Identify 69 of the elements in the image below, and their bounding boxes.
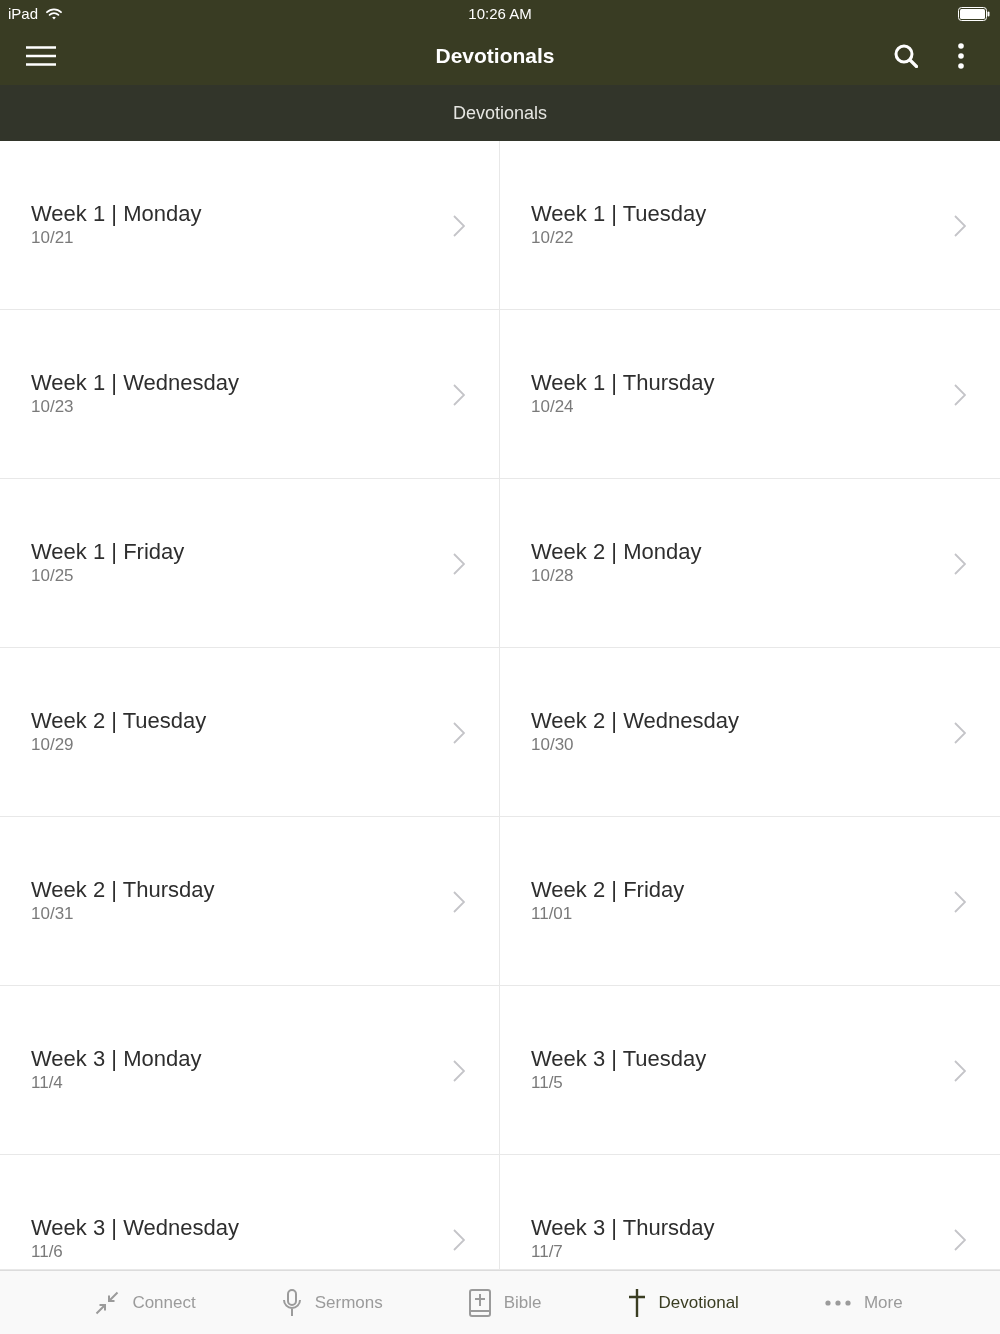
section-title: Devotionals [452, 102, 548, 124]
chevron-right-icon [954, 891, 966, 913]
chevron-right-icon [453, 553, 465, 575]
devotional-date: 11/6 [31, 1241, 63, 1263]
chevron-right-icon [954, 1229, 966, 1251]
devotional-date: 11/4 [31, 1072, 63, 1094]
devotional-title: Week 3 | Monday [31, 1046, 202, 1072]
devotional-title: Week 3 | Thursday [531, 1215, 715, 1241]
battery-icon [958, 6, 990, 21]
devotional-title: Week 1 | Monday [31, 201, 202, 227]
devotional-date: 10/29 [31, 734, 74, 756]
more-options-icon[interactable] [958, 43, 964, 69]
devotional-title: Week 1 | Wednesday [31, 370, 239, 396]
cross-icon [627, 1288, 646, 1317]
devotional-date: 11/7 [531, 1241, 563, 1263]
devotional-title: Week 2 | Thursday [31, 877, 215, 903]
devotional-cell[interactable]: Week 2 | Monday 10/28 [500, 479, 1000, 648]
devotional-title: Week 3 | Tuesday [531, 1046, 707, 1072]
chevron-right-icon [954, 1060, 966, 1082]
devotional-cell[interactable]: Week 2 | Friday 11/01 [500, 817, 1000, 986]
chevron-right-icon [954, 215, 966, 237]
devotional-title: Week 1 | Tuesday [531, 201, 707, 227]
devotional-title: Week 2 | Monday [531, 539, 702, 565]
devotional-cell[interactable]: Week 3 | Tuesday 11/5 [500, 986, 1000, 1155]
wifi-icon [46, 7, 63, 20]
devotional-date: 10/31 [31, 903, 74, 925]
devotional-cell[interactable]: Week 1 | Wednesday 10/23 [0, 310, 500, 479]
devotional-date: 10/25 [31, 565, 74, 587]
chevron-right-icon [954, 384, 966, 406]
devotional-date: 10/30 [531, 734, 574, 756]
chevron-right-icon [453, 1229, 465, 1251]
devotional-cell[interactable]: Week 1 | Friday 10/25 [0, 479, 500, 648]
chevron-right-icon [453, 384, 465, 406]
tab-item[interactable]: Devotional [627, 1288, 739, 1317]
devotional-title: Week 1 | Friday [31, 539, 185, 565]
devotional-title: Week 2 | Friday [531, 877, 685, 903]
device-name: iPad [8, 5, 39, 22]
microphone-icon [281, 1288, 302, 1317]
devotional-title: Week 3 | Wednesday [31, 1215, 239, 1241]
chevron-right-icon [954, 722, 966, 744]
devotional-date: 10/28 [531, 565, 574, 587]
devotional-cell[interactable]: Week 2 | Wednesday 10/30 [500, 648, 1000, 817]
devotional-date: 10/22 [531, 227, 574, 249]
devotional-cell[interactable]: Week 2 | Thursday 10/31 [0, 817, 500, 986]
arrows-inward-icon [95, 1290, 120, 1315]
nav-title: Devotionals [435, 44, 555, 68]
status-time: 10:26 AM [468, 5, 532, 22]
devotional-date: 10/21 [31, 227, 74, 249]
devotional-title: Week 2 | Wednesday [531, 708, 739, 734]
devotional-date: 11/01 [531, 903, 573, 925]
search-icon[interactable] [894, 44, 918, 68]
devotional-cell[interactable]: Week 3 | Monday 11/4 [0, 986, 500, 1155]
devotional-cell[interactable]: Week 1 | Monday 10/21 [0, 141, 500, 310]
devotional-cell[interactable]: Week 1 | Tuesday 10/22 [500, 141, 1000, 310]
chevron-right-icon [954, 553, 966, 575]
devotional-title: Week 1 | Thursday [531, 370, 715, 396]
menu-icon[interactable] [26, 46, 56, 66]
devotional-date: 10/23 [31, 396, 74, 418]
devotional-date: 10/24 [531, 396, 574, 418]
devotional-date: 11/5 [531, 1072, 563, 1094]
chevron-right-icon [453, 722, 465, 744]
ellipsis-icon [824, 1299, 851, 1306]
book-icon [468, 1288, 491, 1317]
devotional-cell[interactable]: Week 2 | Tuesday 10/29 [0, 648, 500, 817]
chevron-right-icon [453, 1060, 465, 1082]
chevron-right-icon [453, 891, 465, 913]
devotional-title: Week 2 | Tuesday [31, 708, 207, 734]
chevron-right-icon [453, 215, 465, 237]
devotional-cell[interactable]: Week 1 | Thursday 10/24 [500, 310, 1000, 479]
